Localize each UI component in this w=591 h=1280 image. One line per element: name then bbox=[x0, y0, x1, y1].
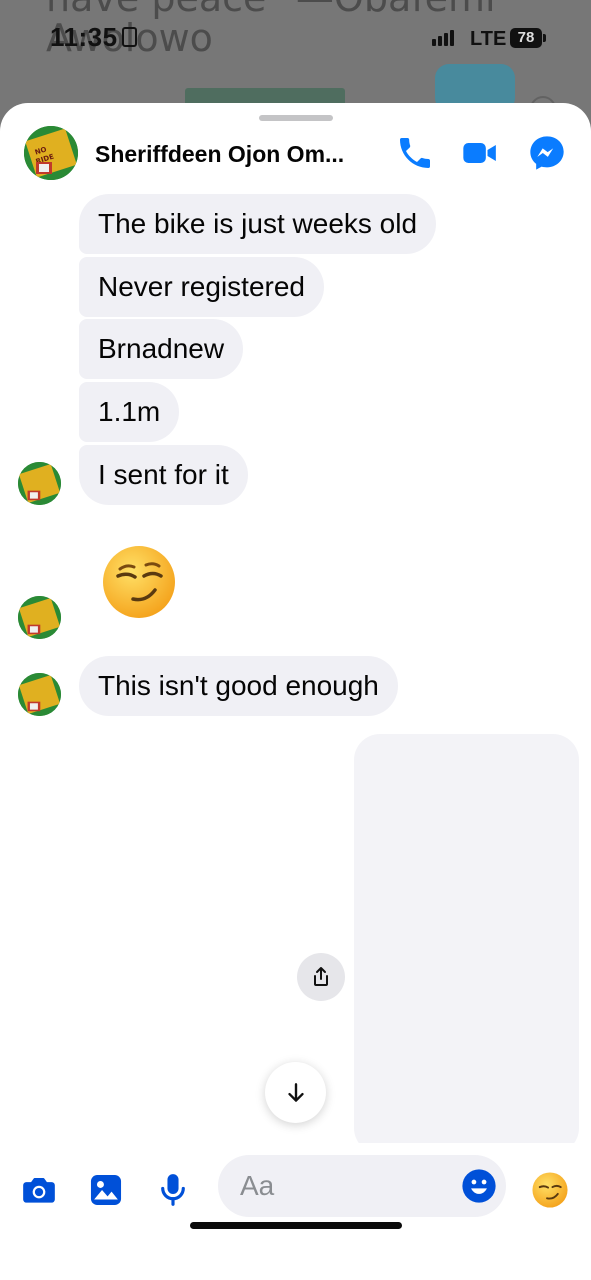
message-composer bbox=[0, 1143, 591, 1280]
share-icon[interactable] bbox=[297, 953, 345, 1001]
message-bubble[interactable]: This isn't good enough bbox=[79, 656, 398, 716]
chat-header: NO RIDE Sheriffdeen Ojon Om... bbox=[0, 125, 591, 185]
battery-icon: 78 bbox=[510, 28, 542, 48]
smirking-face-emoji[interactable] bbox=[100, 543, 178, 621]
network-type: LTE bbox=[470, 28, 507, 50]
microphone-icon[interactable] bbox=[153, 1170, 193, 1210]
sheet-grabber[interactable] bbox=[259, 115, 333, 121]
message-bubble[interactable]: Brnadnew bbox=[79, 319, 244, 379]
emoji-picker-icon[interactable] bbox=[460, 1167, 498, 1205]
phone-icon[interactable] bbox=[395, 133, 435, 173]
media-attachment-placeholder[interactable] bbox=[354, 734, 579, 1154]
arrow-down-icon bbox=[287, 1082, 304, 1102]
gallery-icon[interactable] bbox=[86, 1170, 126, 1210]
status-time-text: 11:35 bbox=[50, 22, 118, 52]
contact-badge-icon bbox=[121, 27, 137, 47]
message-input-pill[interactable] bbox=[218, 1155, 506, 1217]
scroll-to-bottom-button[interactable] bbox=[265, 1062, 326, 1123]
message-bubble[interactable]: The bike is just weeks old bbox=[79, 194, 437, 254]
sender-avatar[interactable] bbox=[18, 673, 61, 716]
contact-name[interactable]: Sheriffdeen Ojon Om... bbox=[95, 141, 344, 168]
home-indicator[interactable] bbox=[190, 1222, 402, 1229]
video-call-icon[interactable] bbox=[460, 133, 500, 173]
smirk-reaction-icon[interactable] bbox=[530, 1170, 570, 1210]
chat-sheet: NO RIDE Sheriffdeen Ojon Om... The bike … bbox=[0, 103, 591, 1280]
message-bubble[interactable]: Never registered bbox=[79, 257, 324, 317]
battery-nub bbox=[543, 34, 546, 42]
sender-avatar[interactable] bbox=[18, 462, 61, 505]
contact-avatar[interactable]: NO RIDE bbox=[24, 126, 78, 180]
message-bubble[interactable]: I sent for it bbox=[79, 445, 248, 505]
message-bubble[interactable]: 1.1m bbox=[79, 382, 180, 442]
camera-icon[interactable] bbox=[19, 1170, 59, 1210]
sender-avatar[interactable] bbox=[18, 596, 61, 639]
status-time: 11:35 bbox=[50, 22, 137, 53]
signal-icon bbox=[432, 30, 454, 46]
messenger-icon[interactable] bbox=[527, 133, 567, 173]
message-input[interactable] bbox=[240, 1155, 460, 1217]
